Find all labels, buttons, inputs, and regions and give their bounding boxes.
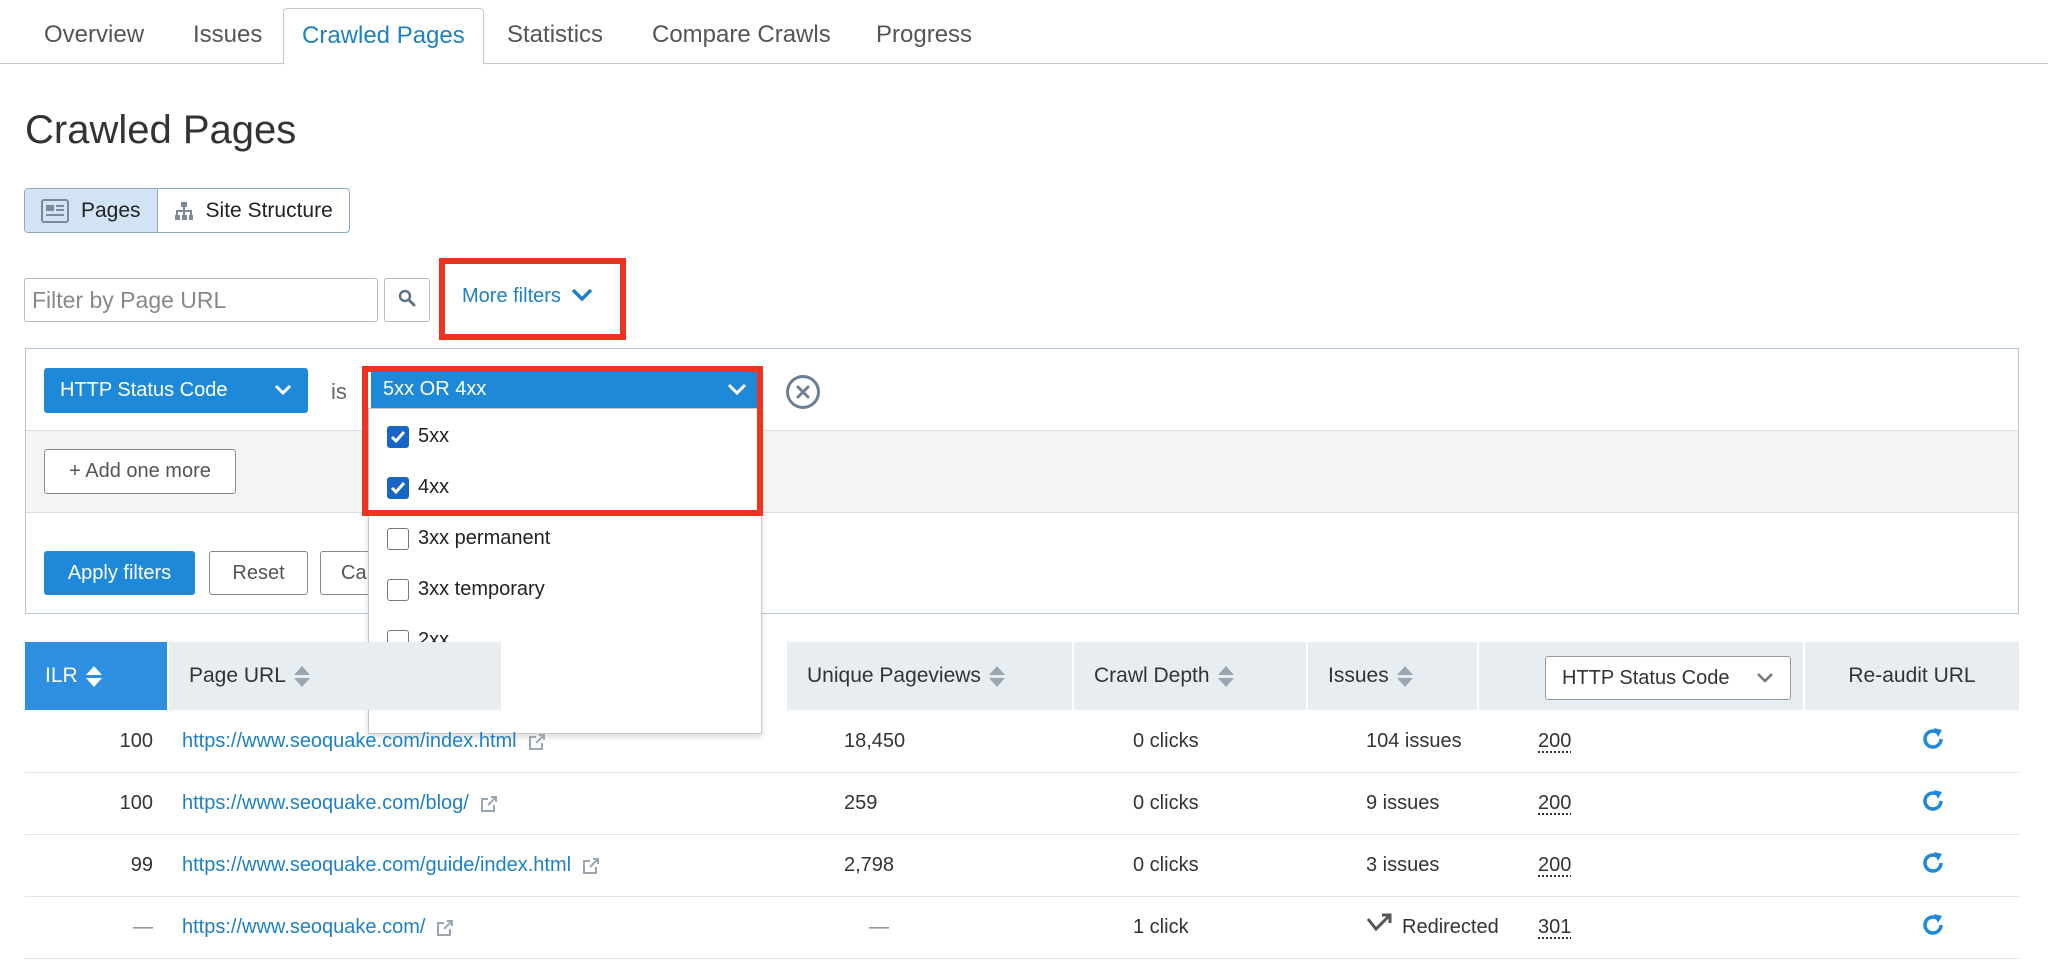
table-row: 100 https://www.seoquake.com/blog/ 259 0… (25, 773, 2019, 835)
status-code-value[interactable]: 200 (1538, 711, 1571, 772)
ilr-value: 99 (130, 854, 153, 876)
reaudit-icon[interactable] (1920, 788, 1946, 818)
remove-filter-icon[interactable] (786, 375, 820, 409)
ilr-value: 100 (119, 792, 153, 814)
issues-link[interactable]: 9 issues (1366, 773, 1439, 834)
site-structure-label: Site Structure (205, 198, 333, 222)
column-header-label: Re-audit URL (1848, 664, 1976, 687)
external-link-icon (528, 733, 545, 750)
apply-filters-button[interactable]: Apply filters (44, 551, 195, 595)
column-header-crawl-depth[interactable]: Crawl Depth (1074, 642, 1306, 710)
table-row: — https://www.seoquake.com/ — 1 click Re… (25, 897, 2019, 959)
pageviews-value: — (869, 916, 889, 938)
filter-field-label: HTTP Status Code (60, 379, 228, 401)
pages-icon (41, 198, 69, 223)
sort-icon (988, 665, 1005, 687)
crawl-depth-value: 0 clicks (1133, 730, 1199, 752)
filter-panel: HTTP Status Code is + Add one more Apply… (25, 348, 2019, 614)
tab-crawled-pages[interactable]: Crawled Pages (283, 8, 484, 65)
checkbox-icon[interactable] (387, 578, 409, 601)
filter-condition-row: HTTP Status Code is (26, 349, 2018, 431)
sort-icon (293, 665, 310, 687)
page-url-text: https://www.seoquake.com/blog/ (182, 792, 469, 814)
page-url-text: https://www.seoquake.com/index.html (182, 730, 517, 752)
column-header-label: Page URL (189, 664, 286, 687)
page-url-text: https://www.seoquake.com/guide/index.htm… (182, 854, 572, 876)
tab-bar: Overview Issues Crawled Pages Statistics… (0, 0, 2048, 65)
site-structure-icon (174, 201, 194, 221)
option-3xx-temporary[interactable]: 3xx temporary (387, 578, 545, 601)
column-header-ilr[interactable]: ILR (25, 642, 167, 710)
tab-issues[interactable]: Issues (175, 8, 280, 64)
add-filter-row: + Add one more (26, 431, 2018, 513)
page-url-link[interactable]: https://www.seoquake.com/blog/ (182, 773, 499, 834)
table-row: 100 https://www.seoquake.com/index.html … (25, 711, 2019, 773)
column-header-unique-pageviews[interactable]: Unique Pageviews (787, 642, 1072, 710)
checkbox-icon[interactable] (387, 527, 409, 550)
filter-field-select[interactable]: HTTP Status Code (44, 368, 308, 413)
sort-icon (1217, 665, 1234, 687)
chevron-down-icon (1756, 667, 1774, 690)
view-toggle: Pages Site Structure (24, 188, 350, 233)
option-label: 3xx permanent (418, 527, 551, 549)
issues-link[interactable]: 104 issues (1366, 711, 1462, 772)
column-header-label: Crawl Depth (1094, 664, 1210, 687)
column-header-label: Issues (1328, 664, 1389, 687)
page-url-link[interactable]: https://www.seoquake.com/guide/index.htm… (182, 835, 601, 896)
url-filter-input[interactable]: Filter by Page URL (24, 278, 378, 322)
redirect-arrow-icon (1366, 911, 1394, 941)
status-code-value[interactable]: 200 (1538, 773, 1571, 834)
http-status-column-select[interactable]: HTTP Status Code (1545, 656, 1791, 700)
option-label: 3xx temporary (418, 578, 545, 600)
page-url-link[interactable]: https://www.seoquake.com/ (182, 897, 455, 958)
highlight-box-status-options (362, 366, 763, 516)
column-header-page-url[interactable]: Page URL (169, 642, 501, 710)
external-link-icon (480, 795, 497, 812)
page-url-text: https://www.seoquake.com/ (182, 916, 426, 938)
sort-icon (1396, 665, 1413, 687)
sort-icon (85, 665, 102, 687)
redirected-label: Redirected (1402, 916, 1499, 938)
ilr-value: 100 (119, 730, 153, 752)
tab-progress[interactable]: Progress (858, 8, 990, 64)
reaudit-icon[interactable] (1920, 726, 1946, 756)
site-structure-button[interactable]: Site Structure (158, 189, 349, 232)
add-one-more-button[interactable]: + Add one more (44, 449, 236, 494)
external-link-icon (583, 857, 600, 874)
option-3xx-permanent[interactable]: 3xx permanent (387, 527, 550, 550)
status-code-value[interactable]: 301 (1538, 897, 1571, 958)
search-icon (398, 289, 416, 312)
tab-compare-crawls[interactable]: Compare Crawls (634, 8, 849, 64)
column-header-reaudit: Re-audit URL (1805, 642, 2019, 710)
highlight-box-more-filters (439, 258, 626, 340)
pageviews-value: 2,798 (844, 854, 895, 876)
http-status-select-label: HTTP Status Code (1562, 666, 1730, 689)
tab-statistics[interactable]: Statistics (489, 8, 621, 64)
pageviews-value: 259 (844, 792, 878, 814)
chevron-down-icon (274, 379, 292, 402)
search-button[interactable] (384, 278, 430, 322)
pageviews-value: 18,450 (844, 730, 906, 752)
page-url-link[interactable]: https://www.seoquake.com/index.html (182, 711, 547, 772)
column-header-issues[interactable]: Issues (1308, 642, 1477, 710)
pages-view-button[interactable]: Pages (25, 189, 158, 232)
crawl-depth-value: 0 clicks (1133, 854, 1199, 876)
filter-operator: is (331, 379, 347, 404)
column-header-label: Unique Pageviews (807, 664, 981, 687)
issues-link[interactable]: 3 issues (1366, 835, 1439, 896)
reset-button[interactable]: Reset (209, 551, 308, 595)
crawl-depth-value: 0 clicks (1133, 792, 1199, 814)
reaudit-icon[interactable] (1920, 850, 1946, 880)
page-title: Crawled Pages (25, 108, 297, 152)
status-code-value[interactable]: 200 (1538, 835, 1571, 896)
reaudit-icon[interactable] (1920, 912, 1946, 942)
external-link-icon (437, 919, 454, 936)
ilr-value: — (133, 916, 153, 938)
pages-label: Pages (81, 198, 141, 222)
table-row: 99 https://www.seoquake.com/guide/index.… (25, 835, 2019, 897)
tab-overview[interactable]: Overview (26, 8, 162, 64)
crawl-depth-value: 1 click (1133, 916, 1189, 938)
column-header-label: ILR (45, 664, 78, 687)
